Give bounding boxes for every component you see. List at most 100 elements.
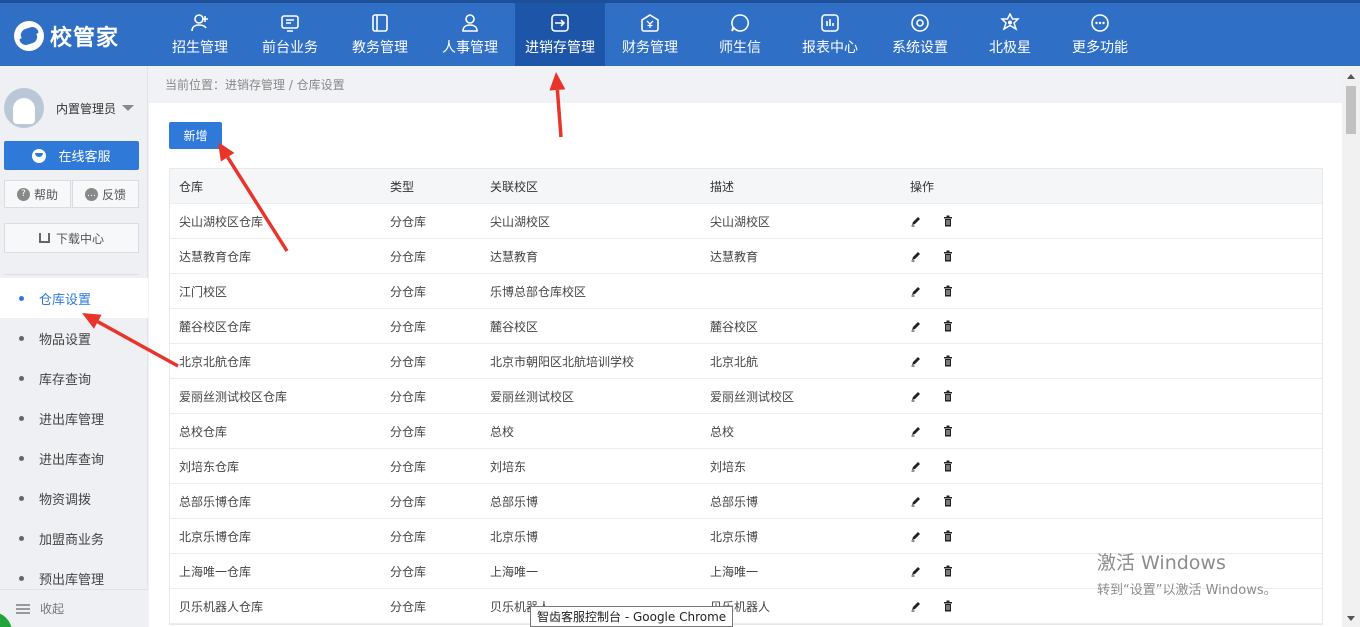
row-actions [910, 250, 1210, 262]
delete-icon[interactable] [942, 250, 954, 262]
table-cell: 贝乐机器人 [710, 599, 771, 614]
user-add-icon [190, 13, 210, 33]
bullet-icon [19, 495, 24, 501]
table-cell: 达慧教育仓库 [179, 249, 252, 264]
edit-icon[interactable] [910, 495, 922, 507]
table-cell: 分仓库 [390, 319, 427, 334]
feedback-label: 反馈 [101, 187, 126, 202]
bullet-icon [19, 375, 24, 381]
delete-icon[interactable] [942, 320, 954, 332]
monitor-icon [280, 13, 300, 33]
nav-item-1[interactable]: 前台业务 [245, 3, 335, 66]
table-cell: 总部乐博仓库 [179, 494, 252, 509]
chart-icon [820, 13, 840, 33]
delete-icon[interactable] [942, 495, 954, 507]
sidebar-item-4[interactable]: 进出库查询 [0, 438, 148, 478]
message-icon [730, 13, 750, 33]
nav-item-10[interactable]: 更多功能 [1055, 3, 1145, 66]
nav-item-0[interactable]: 招生管理 [155, 3, 245, 66]
book-icon [370, 13, 390, 33]
app-logo[interactable]: 校管家 [14, 20, 119, 52]
table-row: 北京北航仓库 分仓库 北京市朝阳区北航培训学校 北京北航 [170, 344, 1322, 379]
delete-icon[interactable] [942, 285, 954, 297]
bullet-icon [19, 295, 24, 301]
edit-icon[interactable] [910, 425, 922, 437]
delete-icon[interactable] [942, 600, 954, 612]
user-menu[interactable]: 内置管理员 [4, 88, 135, 128]
sidebar-item-1[interactable]: 物品设置 [0, 318, 148, 358]
sidebar-item-label: 库存查询 [39, 372, 92, 388]
table-cell: 总校仓库 [179, 424, 228, 439]
nav-item-4[interactable]: 进销存管理 [515, 3, 605, 66]
nav-item-8[interactable]: 系统设置 [875, 3, 965, 66]
logo-text: 校管家 [50, 26, 120, 51]
sidebar-item-0[interactable]: 仓库设置 [0, 278, 148, 318]
delete-icon[interactable] [942, 530, 954, 542]
table-cell: 分仓库 [390, 284, 427, 299]
table-cell: 贝乐机器人仓库 [179, 599, 264, 614]
table-cell: 江门校区 [179, 284, 228, 299]
nav-item-label: 报表中心 [802, 40, 858, 56]
top-nav-bar: 校管家 招生管理 前台业务 教务管理 人事管理 进销存管理 财务管理 师生信 报表中心 系统设置… [0, 0, 1360, 66]
nav-item-9[interactable]: 北极星 [965, 3, 1055, 66]
help-label: 帮助 [33, 187, 58, 202]
scroll-up-icon[interactable] [1347, 74, 1355, 79]
main-nav: 招生管理 前台业务 教务管理 人事管理 进销存管理 财务管理 师生信 报表中心 系统设置 北极星 更… [155, 3, 1145, 66]
nav-item-7[interactable]: 报表中心 [785, 3, 875, 66]
row-actions [910, 460, 1210, 472]
edit-icon[interactable] [910, 565, 922, 577]
nav-item-label: 人事管理 [442, 40, 498, 56]
edit-icon[interactable] [910, 390, 922, 402]
delete-icon[interactable] [942, 215, 954, 227]
table-cell: 上海唯一仓库 [179, 564, 252, 579]
nav-item-3[interactable]: 人事管理 [425, 3, 515, 66]
chrome-window-tooltip: 智齿客服控制台 - Google Chrome [530, 606, 734, 627]
nav-item-label: 财务管理 [622, 40, 678, 56]
sidebar: 内置管理员 在线客服 ? 帮助 … 反馈 下载中心 仓库设置 物品设置库存查询进出… [0, 66, 148, 627]
vertical-scrollbar[interactable] [1342, 66, 1360, 627]
delete-icon[interactable] [942, 565, 954, 577]
table-cell: 分仓库 [390, 529, 427, 544]
help-feedback-row: ? 帮助 … 反馈 [4, 180, 139, 208]
edit-icon[interactable] [910, 320, 922, 332]
nav-item-2[interactable]: 教务管理 [335, 3, 425, 66]
table-cell: 爱丽丝测试校区 [710, 389, 795, 404]
delete-icon[interactable] [942, 425, 954, 437]
table-cell: 分仓库 [390, 564, 427, 579]
edit-icon[interactable] [910, 215, 922, 227]
sidebar-item-2[interactable]: 库存查询 [0, 358, 148, 398]
edit-icon[interactable] [910, 530, 922, 542]
edit-icon[interactable] [910, 285, 922, 297]
star-icon [1000, 13, 1020, 33]
sidebar-item-label: 预出库管理 [39, 572, 105, 588]
online-service-button[interactable]: 在线客服 [4, 141, 139, 170]
sidebar-item-5[interactable]: 物资调拨 [0, 478, 148, 518]
chevron-down-icon [122, 105, 135, 111]
table-row: 达慧教育仓库 分仓库 达慧教育 达慧教育 [170, 239, 1322, 274]
help-button[interactable]: ? 帮助 [4, 180, 71, 208]
scroll-down-icon[interactable] [1347, 616, 1355, 621]
nav-item-5[interactable]: 财务管理 [605, 3, 695, 66]
feedback-button[interactable]: … 反馈 [72, 180, 139, 208]
edit-icon[interactable] [910, 250, 922, 262]
table-row: 江门校区 分仓库 乐博总部仓库校区 [170, 274, 1322, 309]
nav-item-6[interactable]: 师生信 [695, 3, 785, 66]
download-center-button[interactable]: 下载中心 [4, 223, 139, 253]
user-name: 内置管理员 [56, 101, 117, 116]
edit-icon[interactable] [910, 460, 922, 472]
sidebar-item-3[interactable]: 进出库管理 [0, 398, 148, 438]
edit-icon[interactable] [910, 355, 922, 367]
delete-icon[interactable] [942, 355, 954, 367]
add-button[interactable]: 新增 [169, 122, 222, 149]
sidebar-item-6[interactable]: 加盟商业务 [0, 518, 148, 558]
table-cell: 分仓库 [390, 354, 427, 369]
delete-icon[interactable] [942, 390, 954, 402]
person-icon [460, 13, 480, 33]
delete-icon[interactable] [942, 460, 954, 472]
table-cell: 分仓库 [390, 494, 427, 509]
edit-icon[interactable] [910, 600, 922, 612]
watermark-subtitle: 转到“设置”以激活 Windows。 [1097, 583, 1277, 598]
table-cell: 尖山湖校区 [490, 214, 551, 229]
collapse-button[interactable]: 收起 [0, 589, 148, 627]
scroll-thumb[interactable] [1346, 86, 1356, 134]
